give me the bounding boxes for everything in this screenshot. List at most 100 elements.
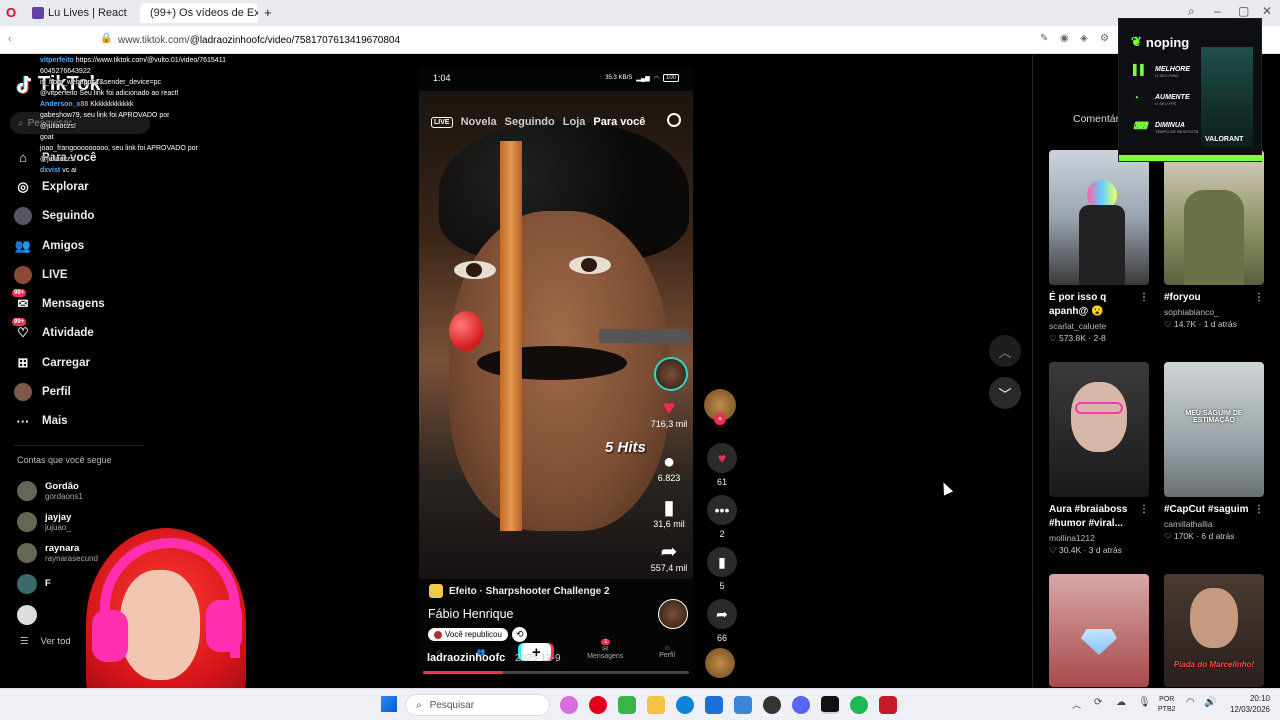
- author-avatar[interactable]: +: [704, 389, 736, 425]
- creator-avatar[interactable]: [654, 357, 688, 391]
- sidebar-item-explorar[interactable]: ◎ Explorar: [14, 172, 174, 201]
- bookmark-button[interactable]: ▮ 5: [705, 547, 739, 591]
- wifi-icon[interactable]: ◠: [1186, 697, 1195, 708]
- video-share-stat[interactable]: ➦ 557,4 mil: [650, 541, 688, 573]
- sidebar-item-carregar[interactable]: ⊞ Carregar: [14, 348, 174, 377]
- previous-video-button[interactable]: ︿: [989, 335, 1021, 367]
- discord-icon[interactable]: [792, 696, 810, 714]
- sidebar-item-perfil[interactable]: Perfil: [14, 377, 174, 406]
- sidebar-item-mensagens[interactable]: ✉ 99+ Mensagens: [12, 289, 174, 318]
- video-thumbnail[interactable]: [1164, 150, 1264, 285]
- heart-icon: ♥: [707, 443, 737, 473]
- video-comment-stat[interactable]: ● 6.823: [650, 451, 688, 483]
- video-thumbnail[interactable]: [1049, 574, 1149, 687]
- video-caption[interactable]: ladraozinhoofc: [427, 652, 505, 664]
- sidebar-item-atividade[interactable]: ♡ 99+ Atividade: [12, 318, 174, 348]
- edit-icon[interactable]: ✎: [1040, 33, 1048, 44]
- shield-icon[interactable]: ◈: [1080, 33, 1088, 44]
- volume-icon[interactable]: 🔊: [1204, 697, 1216, 708]
- terminal-icon[interactable]: [821, 696, 839, 714]
- music-disc-avatar[interactable]: [658, 599, 688, 629]
- video-thumbnail[interactable]: MEU SAGUIM DE ESTIMAÇÃO: [1164, 362, 1264, 497]
- clock[interactable]: 20:10 12/03/2026: [1230, 693, 1270, 715]
- cloud-icon[interactable]: ☁: [1116, 697, 1126, 708]
- video-like-stat[interactable]: ♥ 716,3 mil: [650, 397, 688, 429]
- folder-icon[interactable]: [647, 696, 665, 714]
- phone-video-player[interactable]: 1:04 35.3 KB/S ▂▄▆ ◠ 100 LIVE Novela Seguin…: [419, 67, 693, 678]
- tray-icon[interactable]: ⟳: [1094, 697, 1102, 708]
- more-icon[interactable]: ⋮: [1139, 503, 1149, 531]
- video-progress-bar[interactable]: [423, 671, 689, 674]
- store-icon[interactable]: [705, 696, 723, 714]
- chevron-up-icon[interactable]: ︿: [1072, 698, 1081, 711]
- tab-tiktok[interactable]: (99+) Os vídeos de Ex: [140, 3, 258, 23]
- microphone-icon[interactable]: 🎙: [1138, 697, 1151, 708]
- follow-plus-icon[interactable]: +: [714, 413, 726, 425]
- edge-icon[interactable]: [676, 696, 694, 714]
- mail-icon[interactable]: [734, 696, 752, 714]
- video-card[interactable]: Aura #braiaboss #humor #viral... ⋮ mollin…: [1049, 362, 1149, 556]
- language-indicator[interactable]: POR PTB2: [1158, 695, 1176, 715]
- sidebar-item-seguindo[interactable]: Seguindo: [14, 202, 174, 231]
- noping-ad-overlay[interactable]: ❦ noping ▌▌ MELHORE O SEU PING ◔ AUMENTE O SE…: [1118, 18, 1263, 162]
- comment-icon: •••: [707, 495, 737, 525]
- search-icon[interactable]: [667, 113, 681, 127]
- like-button[interactable]: ♥ 61: [705, 443, 739, 487]
- card-author[interactable]: camillathallia: [1164, 519, 1264, 529]
- copilot-icon[interactable]: [560, 696, 578, 714]
- app-icon[interactable]: [879, 696, 897, 714]
- music-disc-avatar[interactable]: [705, 648, 735, 678]
- search-tabs-icon[interactable]: ⌕: [1188, 4, 1195, 19]
- nav-perfil[interactable]: ☺ Perfil: [659, 645, 675, 659]
- maximize-icon[interactable]: ▢: [1238, 4, 1249, 18]
- more-icon[interactable]: ⋮: [1139, 291, 1149, 319]
- video-thumbnail[interactable]: [1049, 150, 1149, 285]
- opera-logo-icon[interactable]: O: [6, 5, 16, 20]
- obs-icon[interactable]: [763, 696, 781, 714]
- share-button[interactable]: ➦ 66: [705, 599, 739, 643]
- video-bookmark-stat[interactable]: ▮ 31,6 mil: [650, 497, 688, 529]
- opera-icon[interactable]: [589, 696, 607, 714]
- next-video-button[interactable]: ﹀: [989, 377, 1021, 409]
- card-author[interactable]: scarlat_caluete: [1049, 321, 1149, 331]
- camera-icon[interactable]: ◉: [1060, 33, 1069, 44]
- sidebar-item-mais[interactable]: ··· Mais: [14, 407, 174, 436]
- lock-icon[interactable]: 🔒: [100, 33, 112, 44]
- sidebar-item-amigos[interactable]: 👥 Amigos: [14, 231, 174, 260]
- new-tab-button[interactable]: +: [264, 5, 272, 20]
- more-icon[interactable]: ⋮: [1254, 503, 1264, 517]
- taskbar-search-input[interactable]: ⌕ Pesquisar: [405, 694, 550, 716]
- url-field[interactable]: www.tiktok.com/@ladraozinhoofc/video/758…: [118, 35, 400, 46]
- video-card[interactable]: [1049, 574, 1149, 687]
- back-icon[interactable]: ‹: [8, 33, 12, 45]
- close-window-icon[interactable]: ✕: [1262, 4, 1272, 18]
- video-author-name[interactable]: Fábio Henrique: [428, 607, 513, 621]
- minimize-icon[interactable]: –: [1214, 4, 1221, 18]
- tab-comentarios[interactable]: Comentár: [1073, 113, 1119, 125]
- tab-novela[interactable]: Novela: [461, 116, 497, 128]
- spotify-icon[interactable]: [850, 696, 868, 714]
- tab-react[interactable]: Lu Lives | React: [26, 3, 138, 23]
- video-card[interactable]: Piada do Marcelinho!: [1164, 574, 1264, 687]
- effect-label[interactable]: Efeito · Sharpshooter Challenge 2: [429, 582, 610, 600]
- more-icon[interactable]: ⋮: [1254, 291, 1264, 305]
- video-thumbnail[interactable]: Piada do Marcelinho!: [1164, 574, 1264, 687]
- tab-seguindo[interactable]: Seguindo: [505, 116, 555, 128]
- following-item[interactable]: Gordão gordaons1: [17, 475, 157, 506]
- app-icon[interactable]: [618, 696, 636, 714]
- tab-para-voce[interactable]: Para você: [593, 116, 645, 128]
- card-author[interactable]: sophiabianco_: [1164, 307, 1264, 317]
- comment-button[interactable]: ••• 2: [705, 495, 739, 539]
- video-thumbnail[interactable]: [1049, 362, 1149, 497]
- extensions-icon[interactable]: ⚙: [1100, 33, 1109, 44]
- nav-mensagens[interactable]: ✉ 1 Mensagens: [587, 638, 623, 660]
- friends-icon: 👥: [14, 237, 32, 253]
- video-card[interactable]: É por isso q apanh@ 😮 ⋮ scarlat_caluete ♡…: [1049, 150, 1149, 344]
- tab-loja[interactable]: Loja: [563, 116, 586, 128]
- windows-start-icon[interactable]: [381, 696, 397, 712]
- video-card[interactable]: #foryou ⋮ sophiabianco_ ♡ 14.7K · 1 d atr…: [1164, 150, 1264, 330]
- live-button[interactable]: LIVE: [431, 116, 453, 128]
- card-author[interactable]: mollina1212: [1049, 533, 1149, 543]
- sidebar-item-live[interactable]: LIVE: [14, 260, 174, 289]
- video-card[interactable]: MEU SAGUIM DE ESTIMAÇÃO #CapCut #saguim ⋮…: [1164, 362, 1264, 542]
